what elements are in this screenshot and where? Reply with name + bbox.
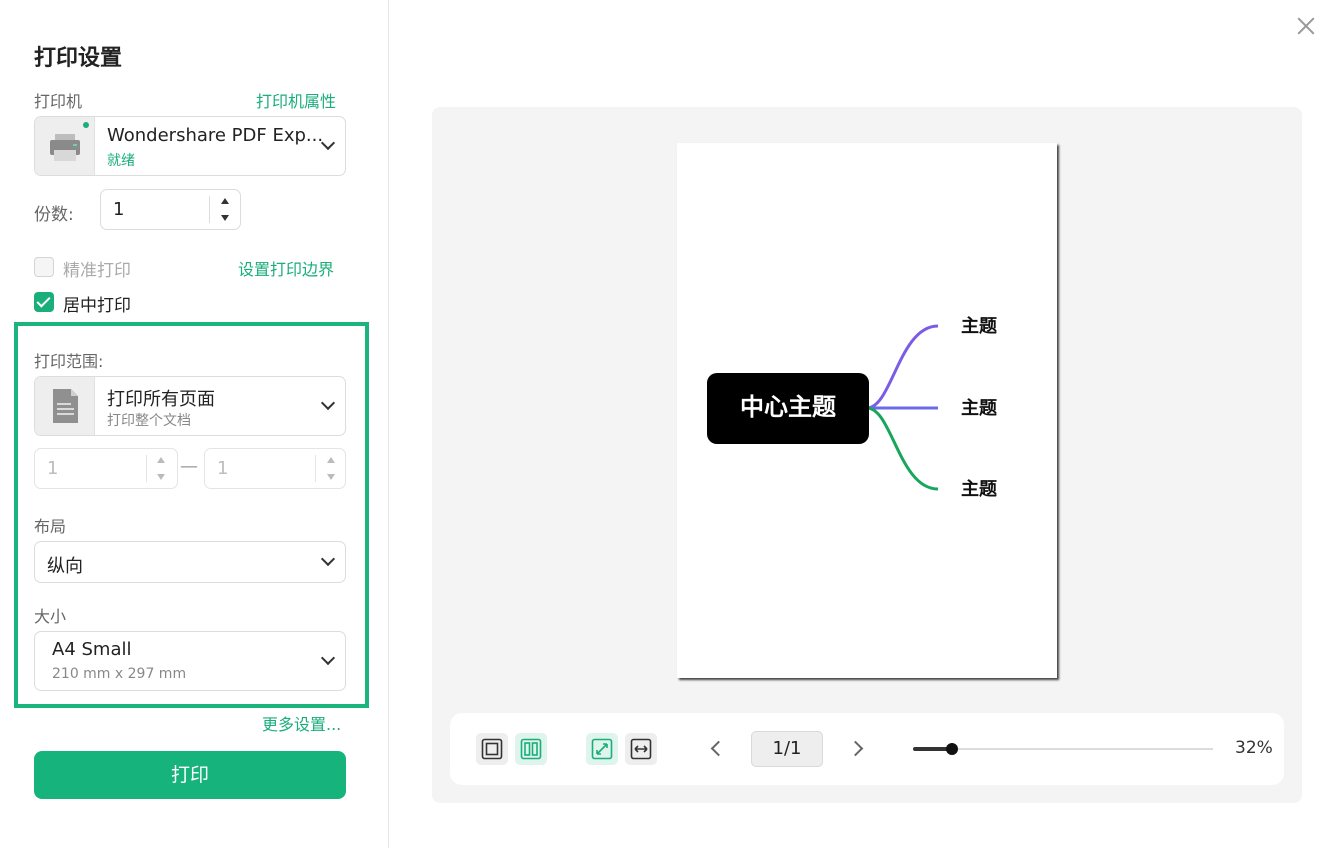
print-button[interactable]: 打印 [34, 751, 346, 799]
size-value: A4 Small [52, 639, 132, 660]
chevron-down-icon [320, 650, 336, 666]
topic-node: 主题 [961, 397, 998, 418]
size-dimensions: 210 mm x 297 mm [52, 666, 187, 682]
printer-label: 打印机 [34, 92, 83, 111]
topic-node: 主题 [961, 478, 998, 499]
fit-width-button[interactable] [625, 733, 657, 765]
increment-icon [327, 457, 335, 463]
range-selected: 打印所有页面 [107, 389, 215, 410]
center-print-checkbox[interactable] [34, 292, 54, 312]
copies-stepper[interactable]: 1 [100, 189, 241, 230]
fit-width-icon [630, 738, 652, 760]
layout-label: 布局 [34, 517, 67, 536]
close-icon[interactable] [1296, 16, 1316, 36]
range-to-stepper: 1 [204, 448, 346, 489]
printer-properties-link[interactable]: 打印机属性 [256, 88, 336, 112]
mindmap-branch [866, 324, 939, 410]
precise-print-label: 精准打印 [63, 261, 131, 281]
two-page-icon [520, 738, 542, 760]
copies-value: 1 [113, 199, 125, 220]
topic-node: 主题 [961, 315, 998, 336]
precise-print-checkbox[interactable] [34, 257, 54, 277]
decrement-icon [157, 474, 165, 480]
zoom-level: 32% [1235, 738, 1273, 758]
document-icon [35, 377, 95, 435]
range-from-value: 1 [47, 458, 59, 479]
preview-page: 中心主题 主题 主题 主题 [677, 143, 1057, 678]
central-topic: 中心主题 [740, 394, 836, 421]
decrement-icon [327, 474, 335, 480]
mindmap: 中心主题 主题 主题 主题 [707, 315, 998, 499]
zoom-slider-thumb[interactable] [946, 743, 958, 755]
range-description: 打印整个文档 [107, 413, 191, 429]
single-page-view-button[interactable] [476, 733, 508, 765]
copies-label: 份数: [34, 205, 74, 225]
range-separator: — [180, 456, 198, 477]
center-print-label: 居中打印 [63, 296, 131, 316]
range-to-value: 1 [217, 458, 229, 479]
decrement-icon[interactable] [221, 215, 229, 221]
set-margins-link[interactable]: 设置打印边界 [238, 256, 334, 280]
range-select[interactable]: 打印所有页面 打印整个文档 [34, 376, 346, 436]
single-page-icon [481, 738, 503, 760]
fit-page-icon [591, 738, 613, 760]
increment-icon [157, 457, 165, 463]
size-select[interactable]: A4 Small 210 mm x 297 mm [34, 631, 346, 691]
printer-status: 就绪 [107, 153, 135, 169]
size-label: 大小 [34, 607, 67, 626]
page-indicator[interactable]: 1/1 [751, 731, 823, 767]
printer-select[interactable]: Wondershare PDF Exp... 就绪 [34, 116, 346, 176]
printer-icon [35, 117, 95, 175]
zoom-slider-track[interactable] [913, 748, 1213, 750]
two-page-view-button[interactable] [515, 733, 547, 765]
fit-page-button[interactable] [586, 733, 618, 765]
layout-select[interactable]: 纵向 [34, 541, 346, 583]
dialog-title: 打印设置 [34, 46, 123, 71]
increment-icon[interactable] [221, 198, 229, 204]
chevron-down-icon [320, 551, 336, 567]
layout-value: 纵向 [47, 556, 83, 577]
range-from-stepper: 1 [34, 448, 178, 489]
printer-name: Wondershare PDF Exp... [107, 125, 324, 146]
settings-panel: 打印设置 打印机 打印机属性 Wondershare PDF Exp... 就绪… [0, 0, 389, 848]
more-settings-link[interactable]: 更多设置... [262, 711, 341, 735]
range-label: 打印范围: [34, 352, 104, 371]
mindmap-branch [866, 406, 939, 491]
chevron-down-icon [320, 395, 336, 411]
